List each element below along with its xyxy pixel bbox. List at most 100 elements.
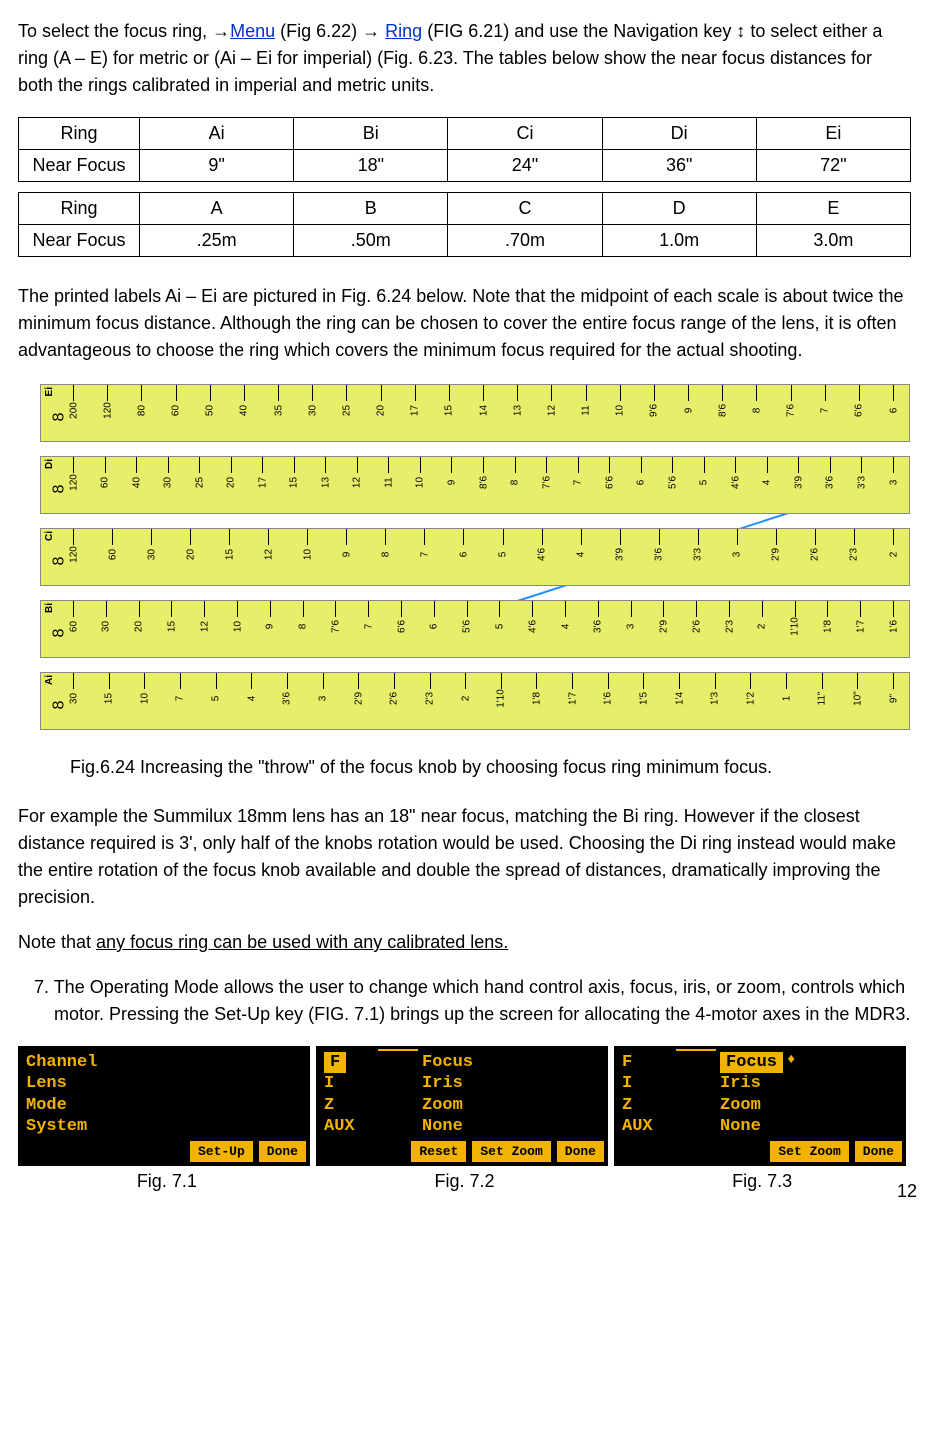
cell: Near Focus bbox=[19, 150, 140, 182]
tick-label: 40 bbox=[237, 405, 252, 416]
tick-label: 3 bbox=[730, 552, 745, 558]
tick-label: 60 bbox=[98, 477, 113, 488]
cell: Ring bbox=[19, 118, 140, 150]
tick-label: 1'7 bbox=[565, 692, 580, 705]
figure-6-24-caption: Fig.6.24 Increasing the "throw" of the f… bbox=[70, 754, 830, 781]
tick-label: 1'7 bbox=[853, 620, 868, 633]
tick-label: 5 bbox=[496, 552, 511, 558]
cell: 72" bbox=[756, 150, 910, 182]
paragraph-2: The printed labels Ai – Ei are pictured … bbox=[18, 283, 911, 364]
tick-label: 20 bbox=[132, 621, 147, 632]
tick-label: 5'6 bbox=[460, 620, 475, 633]
tick-label: 10 bbox=[300, 549, 315, 560]
tick-label: 6 bbox=[886, 408, 901, 414]
ring-link[interactable]: Ring bbox=[385, 21, 422, 41]
axis-val-focus: Focus bbox=[720, 1052, 783, 1073]
tick-label: 10 bbox=[230, 621, 245, 632]
device-screen-3: F Focus ♦ I Iris Z Zoom AUX None Se bbox=[614, 1046, 906, 1166]
focus-scale-ci: Ci8120603020151210987654'643'93'63'332'9… bbox=[40, 528, 910, 586]
table-row: Ring Ai Bi Ci Di Ei bbox=[19, 118, 911, 150]
done-button[interactable]: Done bbox=[259, 1141, 306, 1163]
cell: .25m bbox=[140, 225, 294, 257]
tick-label: 2'9 bbox=[351, 692, 366, 705]
axis-val-aux: None bbox=[720, 1116, 761, 1137]
device-screen-1: Channel Lens Mode System Set-Up Done bbox=[18, 1046, 310, 1166]
para4-underline: any focus ring can be used with any cali… bbox=[96, 932, 508, 952]
tick-label: 25 bbox=[192, 477, 207, 488]
tick-label: 2'3 bbox=[847, 548, 862, 561]
tick-label: 3'9 bbox=[791, 476, 806, 489]
cell: Ei bbox=[756, 118, 910, 150]
cell: B bbox=[294, 193, 448, 225]
setup-button[interactable]: Set-Up bbox=[190, 1141, 253, 1163]
cell: A bbox=[140, 193, 294, 225]
tick-label: 2'6 bbox=[808, 548, 823, 561]
tick-label: 1'8 bbox=[820, 620, 835, 633]
tick-label: 10 bbox=[137, 693, 152, 704]
tick-label: 17 bbox=[408, 405, 423, 416]
tick-label: 1'5 bbox=[636, 692, 651, 705]
connector-line bbox=[378, 1049, 418, 1070]
tick-label: 1'2 bbox=[743, 692, 758, 705]
tick-label: 3 bbox=[316, 696, 331, 702]
paragraph-3: For example the Summilux 18mm lens has a… bbox=[18, 803, 911, 911]
tick-label: 10 bbox=[613, 405, 628, 416]
tick-label: 3'9 bbox=[613, 548, 628, 561]
axis-val-aux: None bbox=[422, 1116, 463, 1137]
axis-val-iris: Iris bbox=[422, 1073, 463, 1094]
tick-label: 8 bbox=[378, 552, 393, 558]
tick-label: 3'6 bbox=[823, 476, 838, 489]
page-number: 12 bbox=[897, 1178, 917, 1205]
tick-label: 25 bbox=[339, 405, 354, 416]
scale-label: Ci bbox=[42, 531, 57, 541]
tick-label: 35 bbox=[271, 405, 286, 416]
set-zoom-button[interactable]: Set Zoom bbox=[770, 1141, 848, 1163]
menu-item: System bbox=[26, 1116, 302, 1137]
tick-label: 60 bbox=[169, 405, 184, 416]
axis-key-focus: F bbox=[622, 1052, 672, 1073]
tick-label: 30 bbox=[144, 549, 159, 560]
axis-key-zoom: Z bbox=[324, 1095, 374, 1116]
tick-label: 7 bbox=[173, 696, 188, 702]
cell: E bbox=[756, 193, 910, 225]
cell: .50m bbox=[294, 225, 448, 257]
tick-label: 9 bbox=[681, 408, 696, 414]
tick-label: 15 bbox=[222, 549, 237, 560]
cell: Di bbox=[602, 118, 756, 150]
focus-scale-ai: Ai83015107543'632'92'62'321'101'81'71'61… bbox=[40, 672, 910, 730]
done-button[interactable]: Done bbox=[855, 1141, 902, 1163]
caption-7-1: Fig. 7.1 bbox=[18, 1168, 316, 1195]
cell: D bbox=[602, 193, 756, 225]
axis-key-zoom: Z bbox=[622, 1095, 672, 1116]
caption-7-2: Fig. 7.2 bbox=[316, 1168, 614, 1195]
tick-label: 11" bbox=[815, 692, 830, 706]
tick-label: 2'6 bbox=[387, 692, 402, 705]
tick-label: 6'6 bbox=[394, 620, 409, 633]
cell: 36" bbox=[602, 150, 756, 182]
tick-label: 8'6 bbox=[476, 476, 491, 489]
menu-link[interactable]: Menu bbox=[230, 21, 275, 41]
tick-label: 8 bbox=[508, 480, 523, 486]
set-zoom-button[interactable]: Set Zoom bbox=[472, 1141, 550, 1163]
tick-label: 2 bbox=[886, 552, 901, 558]
done-button[interactable]: Done bbox=[557, 1141, 604, 1163]
tick-label: 200 bbox=[66, 402, 81, 419]
tick-label: 2'9 bbox=[656, 620, 671, 633]
tick-label: 15 bbox=[287, 477, 302, 488]
focus-scale-ei: Ei82001208060504035302520171514131211109… bbox=[40, 384, 910, 442]
cell: 24" bbox=[448, 150, 602, 182]
axis-key-aux: AUX bbox=[622, 1116, 672, 1137]
reset-button[interactable]: Reset bbox=[411, 1141, 466, 1163]
tick-label: 1'6 bbox=[886, 620, 901, 633]
cell: Ai bbox=[140, 118, 294, 150]
tick-label: 3 bbox=[886, 480, 901, 486]
tick-label: 2 bbox=[755, 624, 770, 630]
tick-label: 6 bbox=[427, 624, 442, 630]
cell: 3.0m bbox=[756, 225, 910, 257]
tick-label: 6'6 bbox=[852, 404, 867, 417]
tick-label: 13 bbox=[318, 477, 333, 488]
focus-scale-di: Di8120604030252017151312111098'687'676'6… bbox=[40, 456, 910, 514]
tick-label: 2'6 bbox=[689, 620, 704, 633]
tick-label: 3'3 bbox=[691, 548, 706, 561]
tick-label: 20 bbox=[374, 405, 389, 416]
